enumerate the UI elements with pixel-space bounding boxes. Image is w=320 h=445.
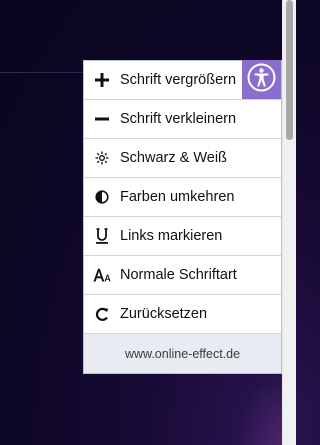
scrollbar-thumb[interactable] (286, 0, 293, 140)
menu-item-label: Schrift verkleinern (120, 111, 237, 127)
menu-item-label: Normale Schriftart (120, 267, 237, 283)
plus-icon (84, 73, 120, 87)
accessibility-panel: Schrift vergrößern Schrift verkleinern S… (83, 60, 282, 374)
menu-item-readable-font[interactable]: Normale Schriftart (84, 256, 281, 295)
menu-item-label: Schwarz & Weiß (120, 150, 227, 166)
accessibility-toggle-button[interactable] (242, 60, 281, 99)
minus-icon (84, 112, 120, 126)
menu-item-highlight-links[interactable]: Links markieren (84, 217, 281, 256)
menu-item-label: Farben umkehren (120, 189, 235, 205)
underline-icon (84, 228, 120, 244)
panel-footer: www.online-effect.de (84, 334, 281, 373)
accessibility-icon (247, 63, 276, 97)
menu-item-reset[interactable]: Zurücksetzen (84, 295, 281, 334)
footer-link[interactable]: www.online-effect.de (125, 347, 240, 361)
menu-item-decrease-font[interactable]: Schrift verkleinern (84, 100, 281, 139)
contrast-icon (84, 190, 120, 204)
page-scrollbar[interactable] (282, 0, 296, 445)
menu-item-label: Zurücksetzen (120, 306, 208, 322)
menu-item-grayscale[interactable]: Schwarz & Weiß (84, 139, 281, 178)
menu-item-invert-colors[interactable]: Farben umkehren (84, 178, 281, 217)
grayscale-icon (84, 151, 120, 165)
font-icon (84, 268, 120, 282)
reset-icon (84, 307, 120, 321)
background-divider (0, 72, 84, 73)
menu-item-label: Schrift vergrößern (120, 72, 237, 88)
menu-item-label: Links markieren (120, 228, 223, 244)
